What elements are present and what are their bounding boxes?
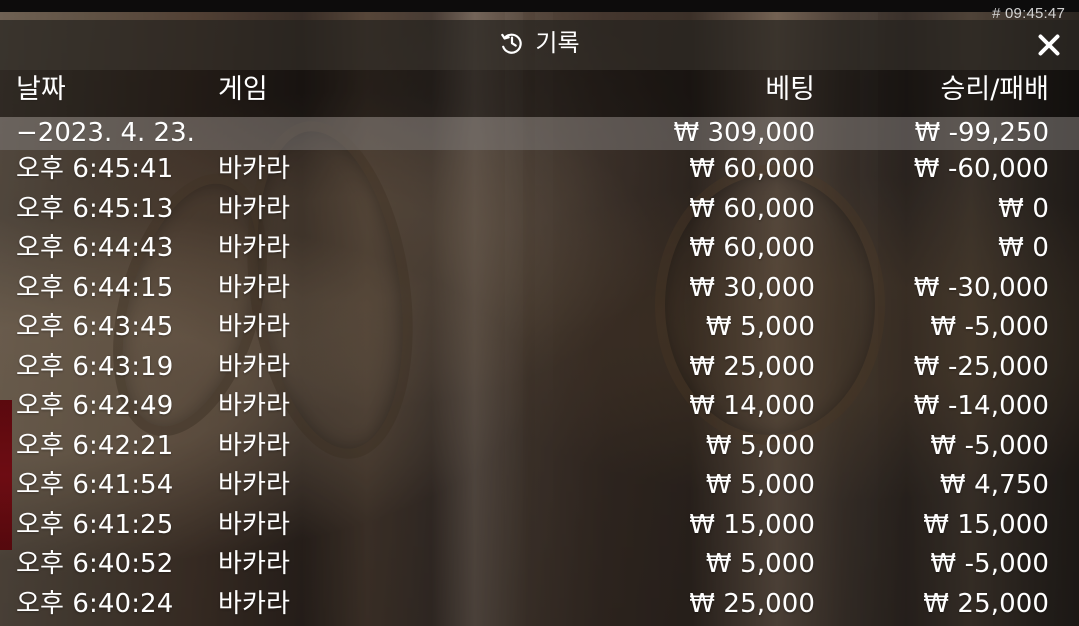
row-bet: ₩ 5,000 bbox=[705, 430, 815, 461]
history-title-group: 기록 bbox=[0, 30, 1079, 56]
row-bet: ₩ 15,000 bbox=[689, 509, 815, 540]
history-title: 기록 bbox=[535, 29, 580, 57]
row-bet: ₩ 30,000 bbox=[689, 272, 815, 303]
column-header-result: 승리/패배 bbox=[940, 74, 1049, 105]
row-time: 오후 6:42:21 bbox=[16, 430, 174, 461]
row-result: ₩ -5,000 bbox=[930, 312, 1049, 342]
row-time: 오후 6:44:15 bbox=[16, 272, 174, 303]
row-bet: ₩ 25,000 bbox=[689, 588, 815, 619]
casino-history-screen: # 09:45:47 기록 날짜 게임 베팅 승리/패배 −2023. 4. 2… bbox=[0, 0, 1079, 626]
history-row[interactable]: 오후 6:45:13 바카라 ₩ 60,000 ₩ 0 bbox=[0, 190, 1079, 230]
close-button[interactable] bbox=[1033, 29, 1065, 61]
row-time: 오후 6:45:13 bbox=[16, 193, 174, 224]
session-time-label: # 09:45:47 bbox=[992, 5, 1065, 22]
row-result: ₩ 4,750 bbox=[939, 470, 1049, 500]
row-time: 오후 6:42:49 bbox=[16, 391, 174, 421]
row-bet: ₩ 25,000 bbox=[689, 351, 815, 382]
history-row[interactable]: 오후 6:43:19 바카라 ₩ 25,000 ₩ -25,000 bbox=[0, 348, 1079, 388]
top-status-strip bbox=[0, 0, 1079, 12]
summary-game bbox=[218, 117, 338, 150]
row-time: 오후 6:40:24 bbox=[16, 588, 174, 619]
row-bet: ₩ 5,000 bbox=[705, 470, 815, 500]
history-table-body: 오후 6:45:41 바카라 ₩ 60,000 ₩ -60,000 오후 6:4… bbox=[0, 150, 1079, 626]
row-bet: ₩ 5,000 bbox=[705, 312, 815, 342]
row-time: 오후 6:43:19 bbox=[16, 351, 174, 382]
row-result: ₩ -14,000 bbox=[913, 391, 1049, 421]
history-row[interactable]: 오후 6:42:49 바카라 ₩ 14,000 ₩ -14,000 bbox=[0, 387, 1079, 427]
history-row[interactable]: 오후 6:44:43 바카라 ₩ 60,000 ₩ 0 bbox=[0, 229, 1079, 269]
history-panel: 기록 날짜 게임 베팅 승리/패배 −2023. 4. 23. ₩ 309,00… bbox=[0, 20, 1079, 626]
row-game: 바카라 bbox=[218, 470, 291, 500]
row-game: 바카라 bbox=[218, 154, 291, 184]
row-time: 오후 6:41:54 bbox=[16, 470, 174, 500]
row-result: ₩ 15,000 bbox=[923, 509, 1049, 540]
row-result: ₩ -5,000 bbox=[930, 549, 1049, 579]
summary-result-total: ₩ -99,250 bbox=[914, 118, 1049, 148]
row-result: ₩ -25,000 bbox=[913, 351, 1049, 382]
row-time: 오후 6:40:52 bbox=[16, 549, 174, 579]
date-summary-row[interactable]: −2023. 4. 23. ₩ 309,000 ₩ -99,250 bbox=[0, 117, 1079, 150]
history-header: 기록 bbox=[0, 20, 1079, 70]
column-header-game: 게임 bbox=[218, 74, 268, 105]
row-game: 바카라 bbox=[218, 233, 291, 263]
row-bet: ₩ 60,000 bbox=[689, 193, 815, 224]
history-row[interactable]: 오후 6:41:25 바카라 ₩ 15,000 ₩ 15,000 bbox=[0, 506, 1079, 546]
row-game: 바카라 bbox=[218, 509, 291, 540]
history-icon bbox=[499, 30, 525, 56]
row-result: ₩ -60,000 bbox=[913, 154, 1049, 184]
history-row[interactable]: 오후 6:43:45 바카라 ₩ 5,000 ₩ -5,000 bbox=[0, 308, 1079, 348]
row-result: ₩ 0 bbox=[998, 233, 1049, 263]
row-game: 바카라 bbox=[218, 430, 291, 461]
history-table-header: 날짜 게임 베팅 승리/패배 bbox=[0, 70, 1079, 117]
row-game: 바카라 bbox=[218, 391, 291, 421]
row-game: 바카라 bbox=[218, 351, 291, 382]
row-bet: ₩ 5,000 bbox=[705, 549, 815, 579]
row-result: ₩ 25,000 bbox=[923, 588, 1049, 619]
row-result: ₩ 0 bbox=[998, 193, 1049, 224]
row-time: 오후 6:45:41 bbox=[16, 154, 174, 184]
row-game: 바카라 bbox=[218, 272, 291, 303]
row-time: 오후 6:44:43 bbox=[16, 233, 174, 263]
row-time: 오후 6:43:45 bbox=[16, 312, 174, 342]
row-result: ₩ -30,000 bbox=[913, 272, 1049, 303]
row-time: 오후 6:41:25 bbox=[16, 509, 174, 540]
row-bet: ₩ 60,000 bbox=[689, 154, 815, 184]
history-row[interactable]: 오후 6:40:24 바카라 ₩ 25,000 ₩ 25,000 bbox=[0, 585, 1079, 625]
row-game: 바카라 bbox=[218, 549, 291, 579]
row-game: 바카라 bbox=[218, 588, 291, 619]
column-header-bet: 베팅 bbox=[765, 74, 815, 105]
history-row[interactable]: 오후 6:44:15 바카라 ₩ 30,000 ₩ -30,000 bbox=[0, 269, 1079, 309]
row-bet: ₩ 60,000 bbox=[689, 233, 815, 263]
close-icon bbox=[1035, 31, 1063, 59]
row-bet: ₩ 14,000 bbox=[689, 391, 815, 421]
row-result: ₩ -5,000 bbox=[930, 430, 1049, 461]
history-row[interactable]: 오후 6:45:41 바카라 ₩ 60,000 ₩ -60,000 bbox=[0, 150, 1079, 190]
history-row[interactable]: 오후 6:42:21 바카라 ₩ 5,000 ₩ -5,000 bbox=[0, 427, 1079, 467]
history-row[interactable]: 오후 6:40:52 바카라 ₩ 5,000 ₩ -5,000 bbox=[0, 545, 1079, 585]
row-game: 바카라 bbox=[218, 312, 291, 342]
row-game: 바카라 bbox=[218, 193, 291, 224]
history-row[interactable]: 오후 6:41:54 바카라 ₩ 5,000 ₩ 4,750 bbox=[0, 466, 1079, 506]
summary-bet-total: ₩ 309,000 bbox=[673, 118, 816, 148]
column-header-date: 날짜 bbox=[16, 74, 66, 105]
summary-date: −2023. 4. 23. bbox=[16, 118, 195, 148]
